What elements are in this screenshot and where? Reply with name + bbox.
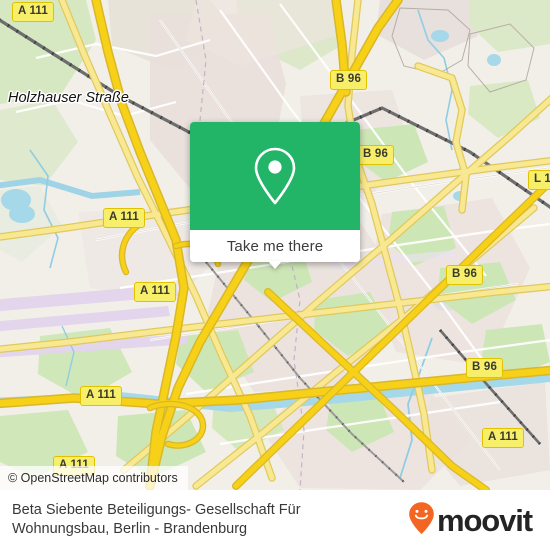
road-shield-a111-bottom-right: A 111 bbox=[482, 428, 524, 448]
moovit-brand[interactable]: moovit bbox=[408, 501, 533, 540]
road-shield-a111-mid-left: A 111 bbox=[103, 208, 145, 228]
place-title: Beta Siebente Beteiligungs- Gesellschaft… bbox=[12, 502, 301, 537]
poi-card-pointer bbox=[268, 261, 282, 269]
footer-bar: Beta Siebente Beteiligungs- Gesellschaft… bbox=[0, 490, 550, 550]
moovit-smiley-pin-icon bbox=[408, 501, 435, 540]
take-me-there-button[interactable]: Take me there bbox=[190, 230, 360, 262]
road-shield-a111-bottom-left: A 111 bbox=[80, 386, 122, 406]
map-attribution[interactable]: © OpenStreetMap contributors bbox=[0, 466, 188, 490]
poi-popup-card[interactable]: Take me there bbox=[190, 122, 360, 269]
road-shield-a111-topleft: A 111 bbox=[12, 2, 54, 22]
poi-card-header bbox=[190, 122, 360, 230]
map-pin-icon bbox=[250, 145, 300, 207]
attribution-text: © OpenStreetMap contributors bbox=[8, 471, 178, 485]
road-shield-a111-lower-mid-left: A 111 bbox=[134, 282, 176, 302]
road-shield-l1-right-edge: L 1 bbox=[528, 170, 550, 190]
screenshot-root: Holzhauser Straße A 111 B 96 B 96 L 1 A … bbox=[0, 0, 550, 550]
road-shield-b96-right-lower: B 96 bbox=[466, 358, 504, 378]
moovit-wordmark: moovit bbox=[436, 502, 533, 538]
road-shield-b96-top: B 96 bbox=[330, 70, 368, 90]
take-me-there-label: Take me there bbox=[226, 237, 324, 255]
road-shield-b96-upper-mid: B 96 bbox=[357, 145, 395, 165]
road-shield-b96-right-mid: B 96 bbox=[446, 265, 484, 285]
map-canvas[interactable]: Holzhauser Straße A 111 B 96 B 96 L 1 A … bbox=[0, 0, 550, 490]
street-label-holzhauser-strasse: Holzhauser Straße bbox=[8, 90, 129, 106]
